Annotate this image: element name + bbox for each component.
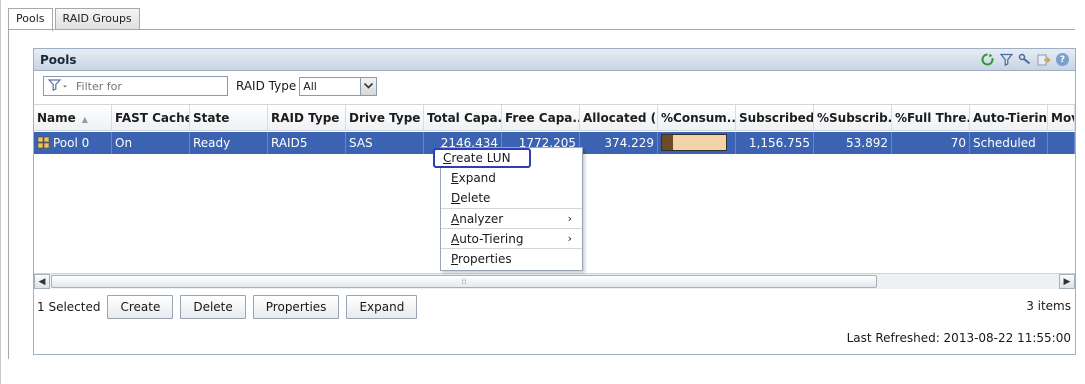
column-header-full-threshold[interactable]: %Full Thre... bbox=[892, 105, 970, 131]
cell-subscribed-percent: 53.892 bbox=[814, 132, 892, 154]
menu-item-create-lun[interactable]: Create LUN bbox=[433, 148, 531, 168]
column-header-free-capacity[interactable]: Free Capa... bbox=[502, 105, 580, 131]
cell-state: Ready bbox=[190, 132, 268, 154]
column-header-subscribed-percent[interactable]: %Subscrib... bbox=[814, 105, 892, 131]
column-header-consumed-percent[interactable]: %Consum... bbox=[658, 105, 736, 131]
filter-input[interactable] bbox=[74, 78, 214, 94]
filter-box[interactable] bbox=[43, 76, 228, 96]
last-refreshed: Last Refreshed: 2013-08-22 11:55:00 bbox=[846, 331, 1071, 345]
column-header-fast-cache[interactable]: FAST Cache bbox=[112, 105, 190, 131]
tab-pools[interactable]: Pools bbox=[8, 8, 53, 31]
menu-item-properties[interactable]: Properties bbox=[441, 248, 582, 268]
column-header-raid-type[interactable]: RAID Type bbox=[268, 105, 346, 131]
panel-title: Pools bbox=[40, 52, 77, 67]
menu-item-delete[interactable]: Delete bbox=[441, 188, 582, 208]
column-header-subscribed[interactable]: Subscribed... bbox=[736, 105, 814, 131]
cell-drive-type: SAS bbox=[346, 132, 424, 154]
tab-bar: Pools RAID Groups bbox=[8, 8, 142, 31]
storage-pool-icon bbox=[37, 134, 50, 149]
cell-auto-tiering: Scheduled bbox=[970, 132, 1048, 154]
column-header-name[interactable]: Name ▲ bbox=[34, 105, 112, 131]
refresh-icon[interactable] bbox=[980, 53, 994, 67]
menu-item-analyzer[interactable]: Analyzer › bbox=[441, 208, 582, 228]
bottom-toolbar: 1 Selected Create Delete Properties Expa… bbox=[34, 289, 1075, 324]
grip-icon: ⁞⁞ bbox=[461, 277, 467, 286]
consumed-progress-fill bbox=[662, 135, 674, 150]
consumed-progress-bar bbox=[661, 134, 727, 151]
scroll-left-icon[interactable]: ◀ bbox=[34, 274, 50, 289]
selected-count: 1 Selected bbox=[37, 299, 101, 314]
column-header-auto-tiering[interactable]: Auto-Tierin... bbox=[970, 105, 1048, 131]
menu-item-expand[interactable]: Expand bbox=[441, 168, 582, 188]
filter-icon[interactable] bbox=[999, 53, 1013, 67]
column-header-allocated[interactable]: Allocated (... bbox=[580, 105, 658, 131]
properties-button[interactable]: Properties bbox=[252, 294, 340, 319]
cell-mov bbox=[1048, 132, 1075, 154]
sort-ascending-icon: ▲ bbox=[81, 115, 88, 124]
submenu-arrow-icon: › bbox=[567, 232, 572, 245]
cell-allocated: 374.229 bbox=[580, 132, 658, 154]
cell-name: Pool 0 bbox=[34, 132, 112, 154]
header-toolbar: ? bbox=[980, 53, 1069, 67]
create-button[interactable]: Create bbox=[107, 294, 174, 319]
column-header-mov[interactable]: Mov bbox=[1048, 105, 1075, 131]
menu-item-auto-tiering[interactable]: Auto-Tiering › bbox=[441, 228, 582, 248]
wrench-icon[interactable] bbox=[1018, 53, 1032, 67]
tab-divider bbox=[8, 29, 1075, 30]
raid-type-label: RAID Type bbox=[236, 79, 297, 93]
items-count: 3 items bbox=[1026, 299, 1071, 313]
cell-consumed-percent bbox=[658, 132, 736, 154]
scroll-track[interactable]: ⁞⁞ bbox=[50, 274, 1059, 289]
horizontal-scrollbar[interactable]: ◀ ⁞⁞ ▶ bbox=[34, 273, 1075, 289]
table-header: Name ▲ FAST Cache State RAID Type Drive T… bbox=[34, 104, 1075, 131]
cell-fast-cache: On bbox=[112, 132, 190, 154]
delete-button[interactable]: Delete bbox=[180, 294, 246, 319]
expand-button[interactable]: Expand bbox=[346, 294, 418, 319]
tab-panel-border bbox=[8, 29, 9, 359]
scroll-thumb[interactable]: ⁞⁞ bbox=[51, 275, 877, 288]
raid-type-select[interactable]: All bbox=[299, 76, 378, 96]
cell-raid-type: RAID5 bbox=[268, 132, 346, 154]
raid-type-value: All bbox=[303, 79, 317, 93]
tab-raid-groups[interactable]: RAID Groups bbox=[54, 8, 140, 30]
cell-full-threshold: 70 bbox=[892, 132, 970, 154]
filter-bar: RAID Type All bbox=[34, 71, 1075, 101]
column-header-total-capacity[interactable]: Total Capa... bbox=[424, 105, 502, 131]
context-menu: Create LUN Expand Delete Analyzer › Auto-… bbox=[433, 147, 583, 271]
window-left-border bbox=[0, 0, 1, 384]
chevron-down-icon[interactable] bbox=[360, 77, 377, 95]
column-header-state[interactable]: State bbox=[190, 105, 268, 131]
help-icon[interactable]: ? bbox=[1056, 53, 1069, 66]
column-header-drive-type[interactable]: Drive Type bbox=[346, 105, 424, 131]
filter-dropdown-icon[interactable] bbox=[47, 78, 74, 94]
cell-subscribed: 1,156.755 bbox=[736, 132, 814, 154]
submenu-arrow-icon: › bbox=[567, 212, 572, 225]
panel-header: Pools ? bbox=[34, 49, 1075, 71]
scroll-right-icon[interactable]: ▶ bbox=[1059, 274, 1075, 289]
export-icon[interactable] bbox=[1037, 53, 1051, 67]
